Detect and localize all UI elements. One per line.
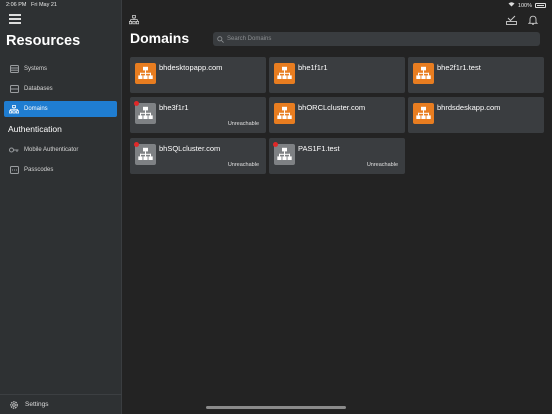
domain-name: PAS1F1.test	[298, 144, 340, 153]
domain-card[interactable]: bhe3f1r1 Unreachable	[130, 97, 266, 133]
sidebar-title: Resources	[6, 33, 81, 49]
status-right: 100%	[508, 2, 546, 9]
settings-label: Settings	[25, 401, 49, 408]
sidebar-section-title: Authentication	[8, 124, 62, 134]
domain-name: bhdesktopapp.com	[159, 63, 223, 72]
search-placeholder: Search Domains	[227, 36, 272, 42]
databases-icon	[5, 85, 23, 93]
inbox-check-icon[interactable]	[506, 12, 517, 30]
gear-icon	[9, 400, 19, 410]
domain-card[interactable]: bhe1f1r1	[269, 57, 405, 93]
domain-icon	[274, 103, 295, 124]
sidebar-item-label: Passcodes	[24, 167, 54, 173]
systems-icon	[5, 65, 23, 73]
sidebar-item-label: Mobile Authenticator	[24, 147, 79, 153]
bell-icon[interactable]	[527, 12, 539, 30]
domain-card[interactable]: bhe2f1r1.test	[408, 57, 544, 93]
status-date: Fri May 21	[31, 2, 57, 8]
domain-status: Unreachable	[227, 162, 259, 168]
domain-card[interactable]: bhdesktopapp.com	[130, 57, 266, 93]
sidebar-item-label: Systems	[24, 66, 48, 72]
domain-icon	[274, 63, 295, 84]
domain-status: Unreachable	[227, 121, 259, 127]
sidebar: Resources Systems Databases Domains Auth…	[0, 0, 122, 414]
domains-icon[interactable]	[128, 12, 140, 30]
domain-icon	[135, 103, 156, 124]
unreachable-indicator-icon	[134, 101, 139, 106]
unreachable-indicator-icon	[134, 142, 139, 147]
sidebar-item-label: Databases	[24, 86, 53, 92]
domains-icon	[5, 104, 23, 114]
battery-percent: 100%	[517, 2, 532, 9]
domain-icon	[413, 63, 434, 84]
sidebar-item-label: Domains	[24, 106, 48, 112]
sidebar-item-systems[interactable]: Systems	[4, 61, 117, 77]
domain-name: bhe2f1r1.test	[437, 63, 481, 72]
domain-name: bhe3f1r1	[159, 103, 189, 112]
domain-icon	[135, 144, 156, 165]
search-input[interactable]: Search Domains	[213, 32, 540, 46]
domain-icon	[135, 63, 156, 84]
key-icon	[5, 147, 23, 153]
status-time: 2:06 PM	[6, 2, 27, 8]
domain-card[interactable]: bhSQLcluster.com Unreachable	[130, 138, 266, 174]
sidebar-item-databases[interactable]: Databases	[4, 81, 117, 97]
domain-card[interactable]: bhrdsdeskapp.com	[408, 97, 544, 133]
battery-icon	[535, 3, 546, 8]
domain-name: bhSQLcluster.com	[159, 144, 221, 153]
status-bar: 2:06 PM Fri May 21 100%	[0, 0, 552, 10]
settings-button[interactable]: Settings	[0, 394, 122, 414]
sidebar-item-domains[interactable]: Domains	[4, 101, 117, 117]
page-title: Domains	[130, 30, 190, 46]
domain-card[interactable]: PAS1F1.test Unreachable	[269, 138, 405, 174]
home-indicator	[206, 406, 346, 409]
unreachable-indicator-icon	[273, 142, 278, 147]
passcodes-icon	[5, 166, 23, 174]
domain-icon	[274, 144, 295, 165]
search-icon	[217, 35, 224, 43]
domain-status: Unreachable	[366, 162, 398, 168]
domain-name: bhe1f1r1	[298, 63, 328, 72]
sidebar-item-passcodes[interactable]: Passcodes	[4, 162, 117, 178]
menu-icon[interactable]	[9, 14, 21, 24]
domain-icon	[413, 103, 434, 124]
domain-name: bhORCLcluster.com	[298, 103, 366, 112]
domain-card[interactable]: bhORCLcluster.com	[269, 97, 405, 133]
wifi-icon	[508, 2, 515, 9]
main-content: Domains Search Domains bhdesktopapp.com b…	[122, 0, 552, 414]
sidebar-item-mobile-authenticator[interactable]: Mobile Authenticator	[4, 142, 117, 158]
domain-name: bhrdsdeskapp.com	[437, 103, 501, 112]
